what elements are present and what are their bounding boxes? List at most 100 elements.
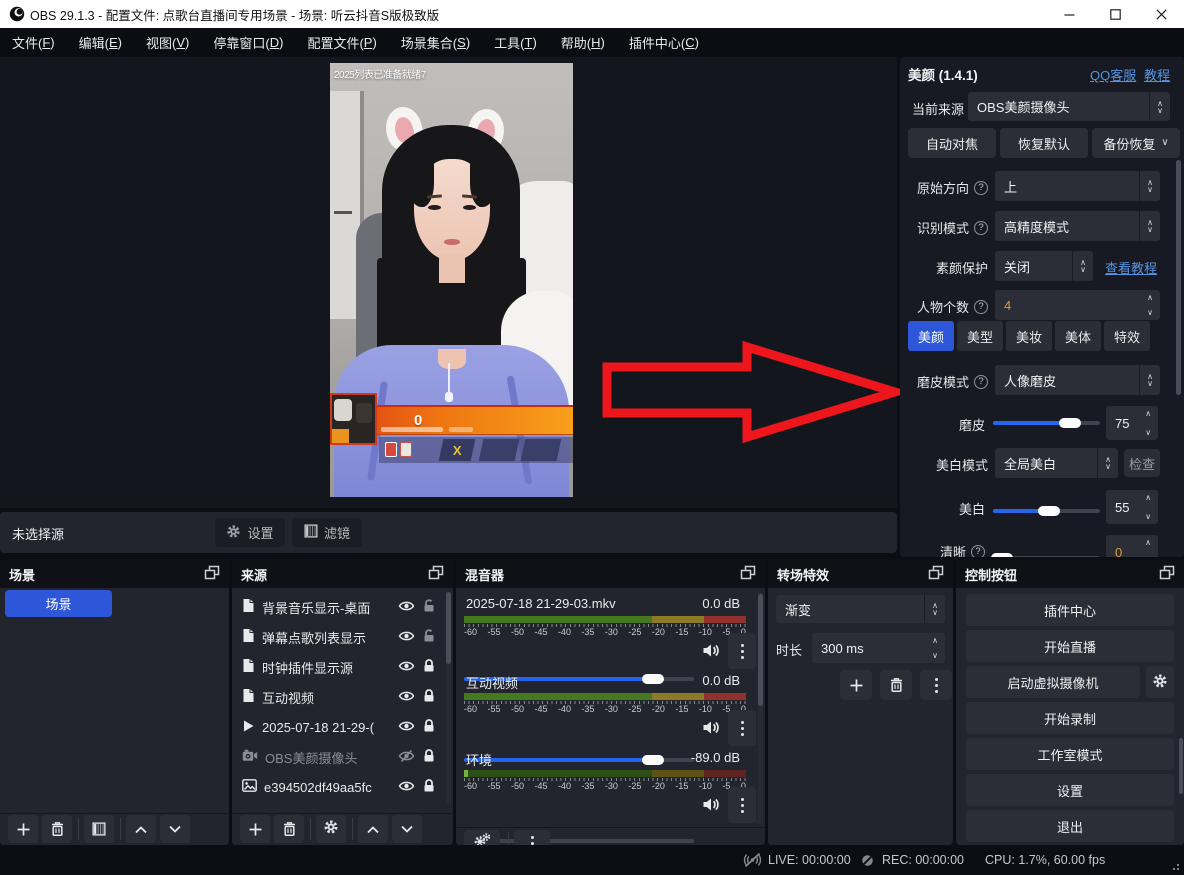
start-streaming-button[interactable]: 开始直播 — [966, 630, 1174, 662]
tab-effects[interactable]: 特效 — [1104, 321, 1150, 351]
source-settings-button[interactable]: 设置 — [215, 518, 285, 547]
menu-scene-collection[interactable]: 场景集合(S) — [389, 28, 482, 57]
popout-icon[interactable] — [740, 565, 756, 583]
tutorial-link[interactable]: 教程 — [1144, 65, 1170, 84]
hidden-eye-icon[interactable] — [398, 749, 415, 766]
visible-eye-icon[interactable] — [398, 689, 415, 706]
source-row[interactable]: 弹幕点歌列表显示 — [232, 622, 444, 652]
backup-restore-button[interactable]: 备份恢复 — [1092, 128, 1180, 158]
lock-icon[interactable] — [422, 658, 436, 676]
menu-plugin-center[interactable]: 插件中心(C) — [617, 28, 711, 57]
help-icon[interactable] — [971, 545, 985, 558]
tab-shape[interactable]: 美型 — [957, 321, 1003, 351]
tab-beauty[interactable]: 美颜 — [908, 321, 954, 351]
scene-filters-button[interactable] — [84, 815, 114, 843]
source-properties-button[interactable] — [316, 815, 346, 843]
source-row[interactable]: e394502df49aa5fc — [232, 772, 444, 802]
add-source-button[interactable] — [240, 815, 270, 843]
mixer-menu-button[interactable] — [514, 830, 550, 845]
recognition-mode-select[interactable]: 高精度模式 — [995, 211, 1160, 241]
menu-help[interactable]: 帮助(H) — [549, 28, 617, 57]
remove-transition-button[interactable] — [880, 670, 912, 700]
smooth-slider[interactable] — [993, 421, 1100, 425]
help-icon[interactable] — [974, 300, 988, 314]
unlock-icon[interactable] — [422, 598, 436, 616]
clarity-slider[interactable] — [993, 556, 1100, 557]
current-source-select[interactable]: OBS美颜摄像头 — [968, 92, 1170, 121]
exit-button[interactable]: 退出 — [966, 810, 1174, 842]
check-button[interactable]: 检查 — [1124, 449, 1160, 477]
clarity-spinbox[interactable]: 0 — [1106, 535, 1158, 557]
maximize-button[interactable] — [1092, 0, 1138, 28]
advanced-audio-button[interactable] — [464, 830, 500, 845]
visible-eye-icon[interactable] — [398, 659, 415, 676]
resize-grip[interactable] — [1169, 860, 1179, 870]
duration-spinbox[interactable]: 300 ms — [812, 633, 945, 663]
menu-edit[interactable]: 编辑(E) — [67, 28, 134, 57]
lock-icon[interactable] — [422, 778, 436, 796]
remove-source-button[interactable] — [274, 815, 304, 843]
source-row[interactable]: OBS美颜摄像头 — [232, 742, 444, 772]
beauty-panel-scrollbar[interactable] — [1176, 160, 1181, 395]
unlock-icon[interactable] — [422, 628, 436, 646]
menu-tools[interactable]: 工具(T) — [482, 28, 549, 57]
mixer-channel-menu-button[interactable] — [728, 787, 756, 823]
start-virtual-camera-button[interactable]: 启动虚拟摄像机 — [966, 666, 1140, 698]
close-button[interactable] — [1138, 0, 1184, 28]
scene-up-button[interactable] — [126, 815, 156, 843]
visible-eye-icon[interactable] — [398, 599, 415, 616]
bare-face-protection-select[interactable]: 关闭 — [995, 251, 1093, 281]
orientation-select[interactable]: 上 — [995, 171, 1160, 201]
smooth-spinbox[interactable]: 75 — [1106, 406, 1158, 440]
menu-view[interactable]: 视图(V) — [134, 28, 201, 57]
source-row[interactable]: 互动视频 — [232, 682, 444, 712]
whiten-mode-select[interactable]: 全局美白 — [995, 448, 1118, 478]
popout-icon[interactable] — [428, 565, 444, 583]
lock-icon[interactable] — [422, 748, 436, 766]
mixer-channel-menu-button[interactable] — [728, 633, 756, 669]
start-recording-button[interactable]: 开始录制 — [966, 702, 1174, 734]
source-row[interactable]: 2025-07-18 21-29-( — [232, 712, 444, 742]
lock-icon[interactable] — [422, 688, 436, 706]
visible-eye-icon[interactable] — [398, 779, 415, 796]
help-icon[interactable] — [974, 375, 988, 389]
lock-icon[interactable] — [422, 718, 436, 736]
mixer-scrollbar[interactable] — [758, 592, 763, 824]
autofocus-button[interactable]: 自动对焦 — [908, 128, 996, 158]
menu-file[interactable]: 文件(F) — [0, 28, 67, 57]
add-scene-button[interactable] — [8, 815, 38, 843]
speaker-icon[interactable] — [702, 643, 721, 663]
source-row[interactable]: 背景音乐显示-桌面 — [232, 592, 444, 622]
settings-button[interactable]: 设置 — [966, 774, 1174, 806]
remove-scene-button[interactable] — [42, 815, 72, 843]
speaker-icon[interactable] — [702, 720, 721, 740]
speaker-icon[interactable] — [702, 797, 721, 817]
visible-eye-icon[interactable] — [398, 629, 415, 646]
menu-docks[interactable]: 停靠窗口(D) — [201, 28, 295, 57]
plugin-center-button[interactable]: 插件中心 — [966, 594, 1174, 626]
view-tutorial-link[interactable]: 查看教程 — [1105, 258, 1157, 277]
minimize-button[interactable] — [1046, 0, 1092, 28]
mixer-channel-menu-button[interactable] — [728, 710, 756, 746]
popout-icon[interactable] — [204, 565, 220, 583]
preview-area[interactable]: 0 X 2025列表已准备就绪7 — [0, 57, 897, 508]
help-icon[interactable] — [974, 181, 988, 195]
menu-profile[interactable]: 配置文件(P) — [295, 28, 388, 57]
source-down-button[interactable] — [392, 815, 422, 843]
whiten-slider[interactable] — [993, 509, 1100, 513]
whiten-spinbox[interactable]: 55 — [1106, 490, 1158, 524]
qq-support-link[interactable]: QQ客服 — [1090, 65, 1136, 84]
transition-select[interactable]: 渐变 — [776, 595, 945, 623]
restore-default-button[interactable]: 恢复默认 — [1000, 128, 1088, 158]
source-filters-button[interactable]: 滤镜 — [292, 518, 362, 547]
person-count-spinbox[interactable]: 4 — [995, 290, 1160, 320]
source-up-button[interactable] — [358, 815, 388, 843]
help-icon[interactable] — [974, 221, 988, 235]
add-transition-button[interactable] — [840, 670, 872, 700]
controls-scrollbar[interactable] — [1179, 738, 1183, 794]
visible-eye-icon[interactable] — [398, 719, 415, 736]
smooth-mode-select[interactable]: 人像磨皮 — [995, 365, 1160, 395]
studio-mode-button[interactable]: 工作室模式 — [966, 738, 1174, 770]
volume-slider[interactable] — [464, 758, 694, 762]
scene-item[interactable]: 场景 — [5, 590, 112, 617]
